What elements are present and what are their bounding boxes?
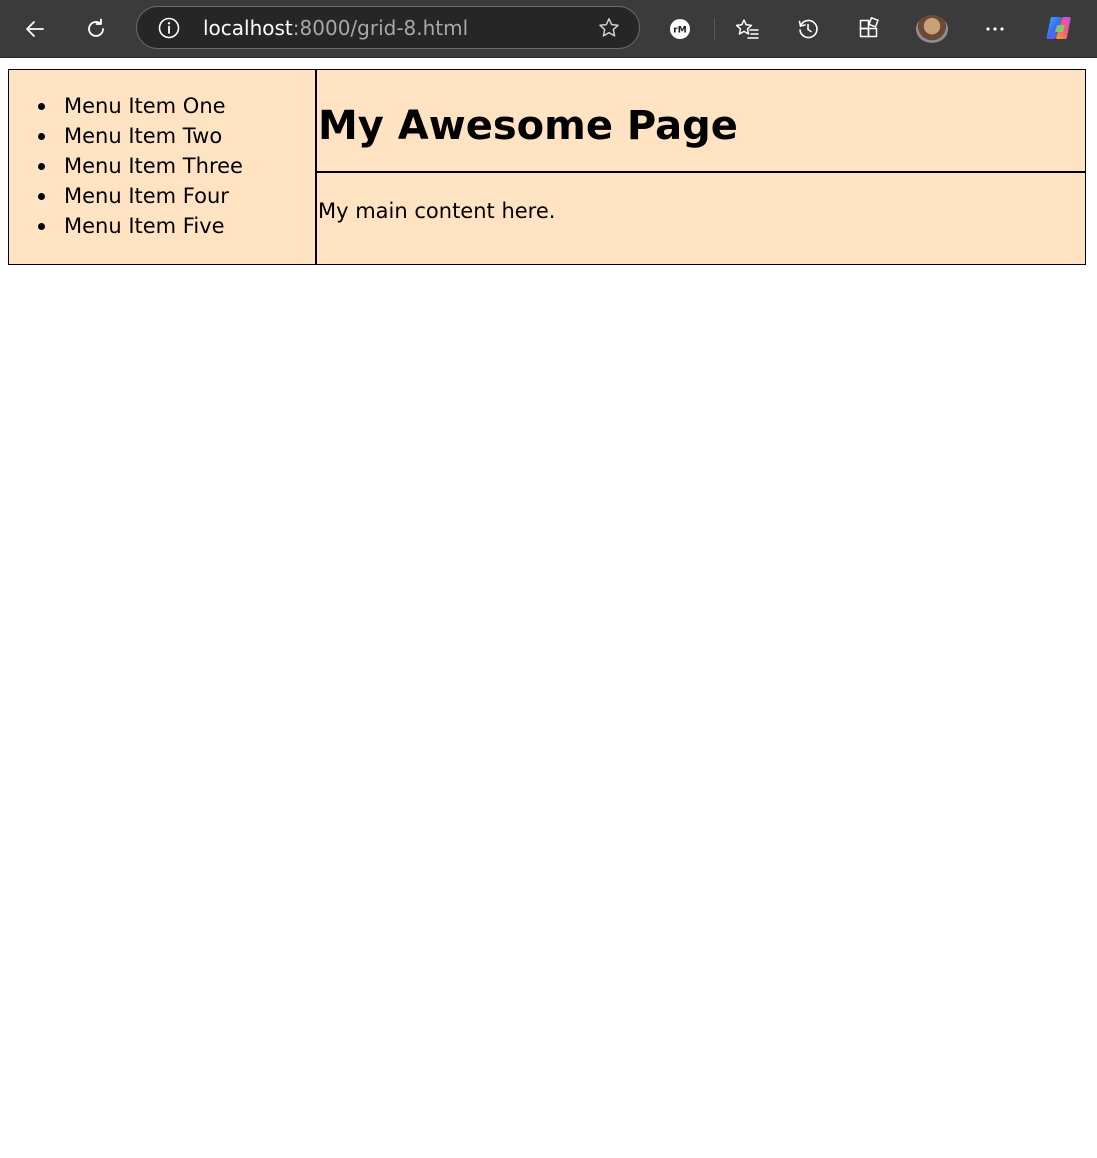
url-text[interactable]: localhost:8000/grid-8.html <box>203 7 468 50</box>
main-content-text: My main content here. <box>318 199 556 223</box>
address-bar[interactable]: localhost:8000/grid-8.html <box>136 6 640 49</box>
page-header: My Awesome Page <box>316 69 1086 172</box>
history-icon <box>798 19 818 39</box>
refresh-button[interactable] <box>78 11 114 47</box>
info-icon[interactable] <box>157 16 181 40</box>
more-dots-icon <box>986 27 1004 31</box>
sidebar-item-one[interactable]: Menu Item One <box>38 91 243 121</box>
favorites-icon <box>735 19 759 39</box>
extension-badge-text: rM <box>673 26 686 36</box>
history-button[interactable] <box>790 11 826 47</box>
sidebar-item-label: Menu Item Two <box>64 124 223 148</box>
page-grid: Menu Item One Menu Item Two Menu Item Th… <box>8 69 1086 265</box>
browser-toolbar: localhost:8000/grid-8.html rM <box>0 0 1097 58</box>
extension-badge-icon: rM <box>670 19 690 39</box>
extension-button[interactable]: rM <box>662 11 698 47</box>
sidebar: Menu Item One Menu Item Two Menu Item Th… <box>8 69 316 265</box>
page-title: My Awesome Page <box>318 103 738 149</box>
extensions-icon <box>859 17 879 38</box>
sidebar-item-label: Menu Item One <box>64 94 226 118</box>
sidebar-menu: Menu Item One Menu Item Two Menu Item Th… <box>38 91 243 241</box>
sidebar-item-label: Menu Item Four <box>64 184 229 208</box>
sidebar-item-five[interactable]: Menu Item Five <box>38 211 243 241</box>
copilot-icon <box>1046 17 1071 39</box>
star-icon[interactable] <box>597 16 621 40</box>
sidebar-item-two[interactable]: Menu Item Two <box>38 121 243 151</box>
url-path: :8000/grid-8.html <box>292 16 469 40</box>
profile-avatar[interactable] <box>916 15 948 43</box>
back-arrow-icon <box>26 21 44 37</box>
main-content: My main content here. <box>316 172 1086 265</box>
sidebar-item-four[interactable]: Menu Item Four <box>38 181 243 211</box>
favorites-button[interactable] <box>729 11 765 47</box>
back-button[interactable] <box>17 11 53 47</box>
url-host: localhost <box>203 16 293 40</box>
sidebar-item-label: Menu Item Three <box>64 154 243 178</box>
sidebar-item-label: Menu Item Five <box>64 214 225 238</box>
extensions-button[interactable] <box>851 11 887 47</box>
copilot-button[interactable] <box>1043 12 1075 44</box>
more-button[interactable] <box>977 11 1013 47</box>
refresh-icon <box>88 18 104 37</box>
toolbar-divider <box>714 18 715 40</box>
sidebar-item-three[interactable]: Menu Item Three <box>38 151 243 181</box>
